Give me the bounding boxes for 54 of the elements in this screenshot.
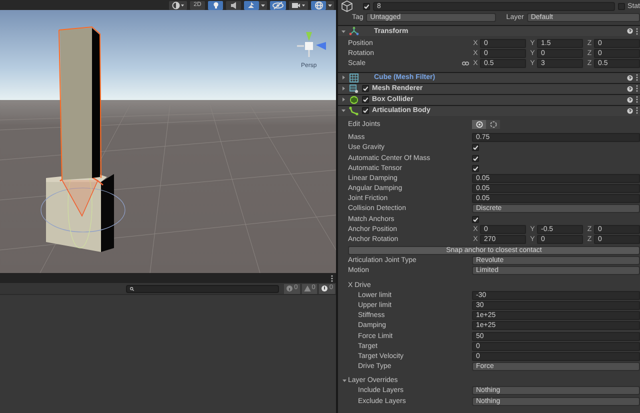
joint-arm-icon <box>349 106 359 116</box>
caret-icon <box>328 4 332 6</box>
enabled-checkbox[interactable] <box>362 107 369 114</box>
expanded-arrow-icon[interactable] <box>342 378 347 384</box>
collapsed-arrow-icon[interactable] <box>341 75 346 80</box>
static-checkbox[interactable] <box>618 3 625 10</box>
active-checkbox[interactable] <box>363 3 370 10</box>
audio-toggle-button[interactable] <box>226 0 241 10</box>
info-icon <box>286 285 294 292</box>
checkbox[interactable] <box>472 154 479 162</box>
gizmo-sphere-icon <box>314 0 324 10</box>
link-icon[interactable] <box>462 60 469 66</box>
help-icon[interactable] <box>627 28 633 34</box>
enabled-checkbox[interactable] <box>362 85 369 92</box>
search-field[interactable] <box>126 284 280 292</box>
camera-toggle-button[interactable] <box>289 0 308 10</box>
help-icon[interactable] <box>627 108 633 114</box>
checkbox[interactable] <box>472 216 479 223</box>
axis-gizmo-drawing <box>297 32 326 57</box>
expanded-arrow-icon[interactable] <box>341 28 346 34</box>
enabled-checkbox[interactable] <box>362 96 369 104</box>
light-bulb-icon <box>212 0 220 10</box>
caret-icon <box>261 4 265 6</box>
dropdown-button[interactable] <box>259 0 267 10</box>
anchor-target-icon <box>476 121 482 128</box>
visibility-toggle-button[interactable] <box>270 0 286 10</box>
gizmos-toggle-button[interactable] <box>311 0 326 10</box>
cube-icon <box>349 94 359 105</box>
checkbox[interactable] <box>472 164 479 172</box>
grid-icon <box>349 72 359 83</box>
dropdown-button[interactable] <box>326 0 334 10</box>
transform-axes-icon <box>349 26 359 36</box>
expanded-arrow-icon[interactable] <box>341 108 346 114</box>
error-icon <box>321 285 328 292</box>
search-icon <box>130 286 134 290</box>
rotate-circle-icon <box>490 121 496 128</box>
collapsed-arrow-icon[interactable] <box>341 86 346 92</box>
collapsed-arrow-icon[interactable] <box>341 97 346 102</box>
edit-axis-button[interactable] <box>486 120 500 130</box>
help-icon[interactable] <box>627 96 633 103</box>
lighting-toggle-button[interactable] <box>208 0 223 10</box>
warning-icon <box>304 285 311 292</box>
camera-icon <box>291 0 306 10</box>
checkbox[interactable] <box>472 144 479 152</box>
shading-mode-icon <box>171 0 185 10</box>
help-icon[interactable] <box>627 86 633 92</box>
help-icon[interactable] <box>627 74 633 81</box>
speaker-icon <box>230 0 238 10</box>
mesh-renderer-icon <box>349 84 359 94</box>
cube-icon <box>340 0 354 13</box>
effects-toggle-button[interactable] <box>244 0 259 10</box>
eye-icon <box>272 0 284 10</box>
edit-anchor-button[interactable] <box>472 120 486 130</box>
shading-toggle-button[interactable] <box>169 0 187 10</box>
